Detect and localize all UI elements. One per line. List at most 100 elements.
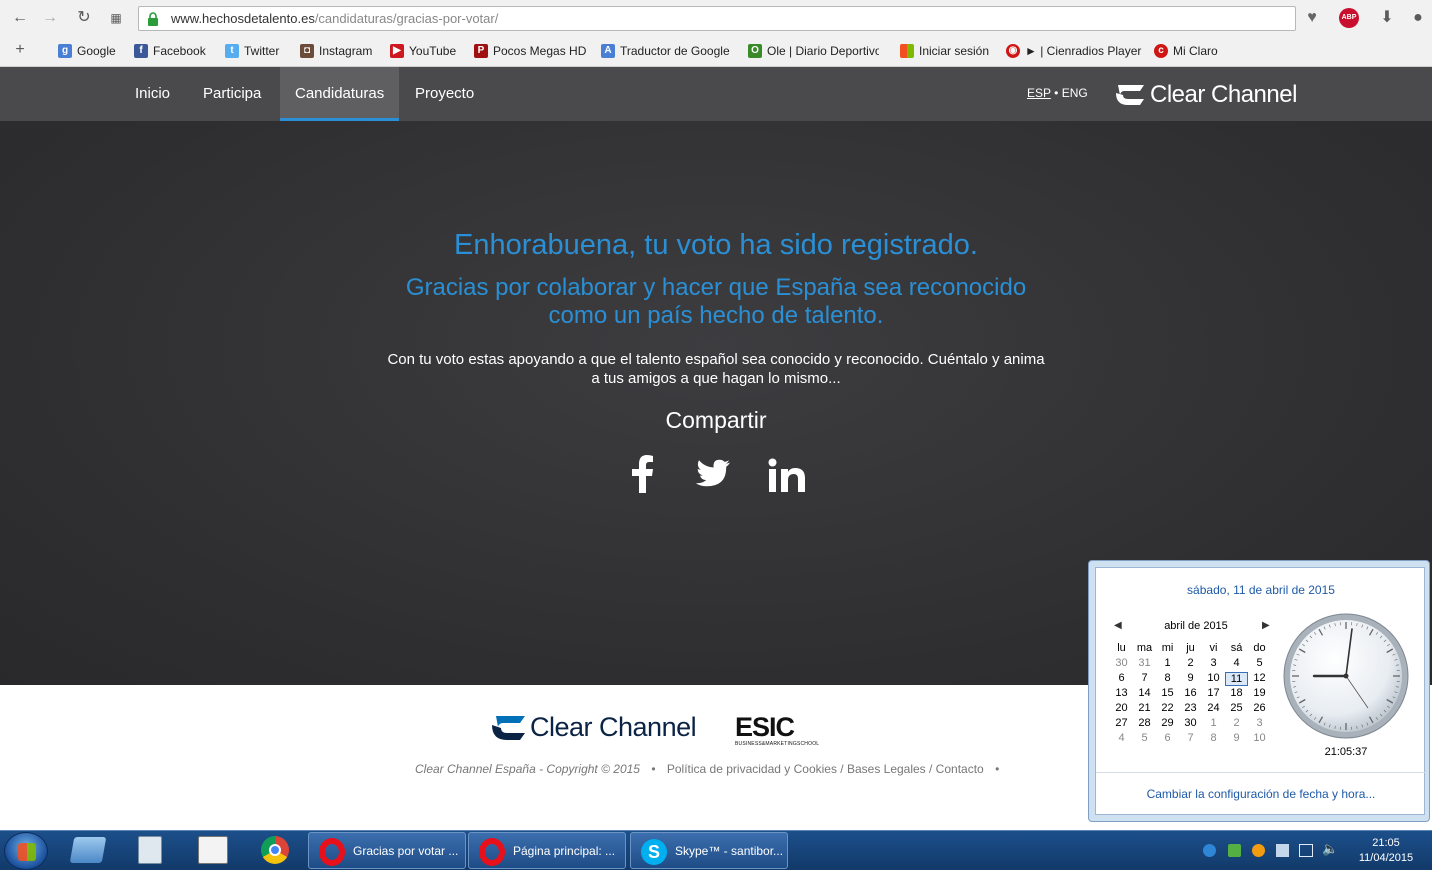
calendar-popup: sábado, 11 de abril de 2015 ◀ abril de 2… [1088, 560, 1430, 822]
calendar-day-cell[interactable]: 13 [1110, 687, 1133, 699]
bookmark-translate[interactable]: A Traductor de Google [601, 44, 730, 58]
tray-icon-4[interactable] [1276, 844, 1289, 857]
calendar-day-cell[interactable]: 2 [1225, 717, 1248, 729]
taskbar-window-skype[interactable]: S Skype™ - santibor... [630, 832, 788, 869]
facebook-icon[interactable] [629, 455, 655, 493]
tray-icon-3[interactable] [1252, 844, 1265, 857]
calendar-day-cell[interactable]: 29 [1156, 717, 1179, 729]
calendar-day-cell[interactable]: 15 [1156, 687, 1179, 699]
download-icon[interactable]: ⬇ [1377, 8, 1397, 28]
heart-icon[interactable]: ♥ [1302, 8, 1322, 28]
bookmark-cienradios[interactable]: ◉ ► | Cienradios Player [1006, 44, 1141, 58]
twitter-icon[interactable] [693, 459, 730, 489]
language-switcher: ESP • ENG [1027, 86, 1088, 100]
volume-icon[interactable]: 🔈 [1322, 841, 1338, 857]
instagram-icon: ◘ [300, 44, 314, 58]
calendar-day-cell[interactable]: 20 [1110, 702, 1133, 714]
calendar-day-cell[interactable]: 18 [1225, 687, 1248, 699]
calendar-day-cell[interactable]: 1 [1156, 657, 1179, 669]
calendar-day-cell[interactable]: 30 [1179, 717, 1202, 729]
calculator-icon[interactable] [138, 836, 162, 864]
calendar-day-cell[interactable]: 7 [1179, 732, 1202, 744]
calendar-day-cell[interactable]: 31 [1133, 657, 1156, 669]
calendar-day-cell[interactable]: 12 [1248, 672, 1271, 684]
explorer-icon[interactable] [69, 837, 107, 863]
bookmark-youtube[interactable]: ▶ YouTube [390, 44, 456, 58]
adblock-icon[interactable]: ABP [1339, 8, 1359, 28]
forward-arrow-icon[interactable]: → [40, 8, 60, 28]
change-datetime-link[interactable]: Cambiar la configuración de fecha y hora… [1096, 787, 1426, 801]
bookmark-ole[interactable]: O Ole | Diario Deportivo [748, 44, 879, 58]
calendar-day-cell[interactable]: 9 [1225, 732, 1248, 744]
calendar-day-cell[interactable]: 27 [1110, 717, 1133, 729]
bookmark-instagram[interactable]: ◘ Instagram [300, 44, 372, 58]
calendar-day-cell[interactable]: 25 [1225, 702, 1248, 714]
calendar-day-cell[interactable]: 14 [1133, 687, 1156, 699]
calendar-day-cell[interactable]: 8 [1202, 732, 1225, 744]
clear-channel-logo[interactable]: Clear Channel [1114, 81, 1297, 109]
calendar-day-cell[interactable]: 4 [1225, 657, 1248, 669]
tray-icon-1[interactable] [1203, 844, 1216, 857]
bookmark-facebook[interactable]: f Facebook [134, 44, 206, 58]
chrome-icon[interactable] [261, 836, 289, 864]
bookmark-login[interactable]: Iniciar sesión [900, 44, 989, 58]
bookmark-twitter[interactable]: t Twitter [225, 44, 279, 58]
analog-clock [1283, 613, 1409, 739]
calendar-day-cell[interactable]: 5 [1133, 732, 1156, 744]
paint-icon[interactable] [198, 836, 228, 864]
calendar-day-cell[interactable]: 6 [1110, 672, 1133, 684]
calendar-day-cell[interactable]: 1 [1202, 717, 1225, 729]
linkedin-icon[interactable] [768, 458, 805, 492]
legal-links[interactable]: Política de privacidad y Cookies / Bases… [667, 762, 984, 776]
calendar-long-date[interactable]: sábado, 11 de abril de 2015 [1096, 583, 1426, 597]
lang-eng-link[interactable]: ENG [1062, 86, 1088, 100]
taskbar-window-opera-2[interactable]: Página principal: ... [468, 832, 626, 869]
apps-grid-icon[interactable]: ▦ [106, 8, 126, 28]
calendar-day-cell[interactable]: 28 [1133, 717, 1156, 729]
calendar-day-cell[interactable]: 9 [1179, 672, 1202, 684]
nav-participa[interactable]: Participa [188, 67, 276, 121]
microsoft-icon [900, 44, 914, 58]
user-icon[interactable]: ● [1408, 8, 1428, 28]
back-arrow-icon[interactable]: ← [10, 8, 30, 28]
taskbar-clock[interactable]: 21:05 11/04/2015 [1350, 836, 1422, 866]
bookmark-miclaro[interactable]: c Mi Claro [1154, 44, 1218, 58]
calendar-day-cell[interactable]: 24 [1202, 702, 1225, 714]
calendar-day-cell[interactable]: 21 [1133, 702, 1156, 714]
google-icon: g [58, 44, 72, 58]
calendar-day-cell[interactable]: 10 [1202, 672, 1225, 684]
calendar-day-cell[interactable]: 3 [1202, 657, 1225, 669]
calendar-day-cell[interactable]: 2 [1179, 657, 1202, 669]
reload-icon[interactable]: ↻ [74, 8, 94, 28]
calendar-day-cell[interactable]: 17 [1202, 687, 1225, 699]
network-icon[interactable] [1299, 844, 1313, 857]
calendar-day-cell[interactable]: 16 [1179, 687, 1202, 699]
nav-inicio[interactable]: Inicio [120, 67, 185, 121]
calendar-day-cell[interactable]: 5 [1248, 657, 1271, 669]
calendar-day-cell[interactable]: 26 [1248, 702, 1271, 714]
calendar-day-cell[interactable]: 3 [1248, 717, 1271, 729]
tray-icon-2[interactable] [1228, 844, 1241, 857]
taskbar-window-opera-1[interactable]: Gracias por votar ... [308, 832, 466, 869]
calendar-day-cell[interactable]: 30 [1110, 657, 1133, 669]
footer-brand-name: Clear Channel [530, 712, 697, 742]
calendar-day-cell[interactable]: 6 [1156, 732, 1179, 744]
add-bookmark-icon[interactable]: + [10, 40, 30, 60]
calendar-day-cell[interactable]: 7 [1133, 672, 1156, 684]
calendar-today-cell[interactable]: 11 [1225, 672, 1248, 686]
start-button[interactable] [4, 832, 48, 870]
nav-candidaturas[interactable]: Candidaturas [280, 67, 400, 121]
calendar-day-cell[interactable]: 23 [1179, 702, 1202, 714]
lang-esp-link[interactable]: ESP [1027, 86, 1051, 100]
calendar-day-cell[interactable]: 19 [1248, 687, 1271, 699]
address-bar[interactable]: www.hechosdetalento.es/candidaturas/grac… [138, 6, 1296, 31]
next-month-icon[interactable]: ▶ [1262, 620, 1270, 631]
weekday-header: vi [1209, 642, 1218, 654]
bookmark-pocos-megas[interactable]: P Pocos Megas HD [474, 44, 586, 58]
calendar-day-cell[interactable]: 10 [1248, 732, 1271, 744]
bookmark-google[interactable]: g Google [58, 44, 116, 58]
calendar-day-cell[interactable]: 22 [1156, 702, 1179, 714]
nav-proyecto[interactable]: Proyecto [400, 67, 489, 121]
calendar-day-cell[interactable]: 4 [1110, 732, 1133, 744]
calendar-day-cell[interactable]: 8 [1156, 672, 1179, 684]
